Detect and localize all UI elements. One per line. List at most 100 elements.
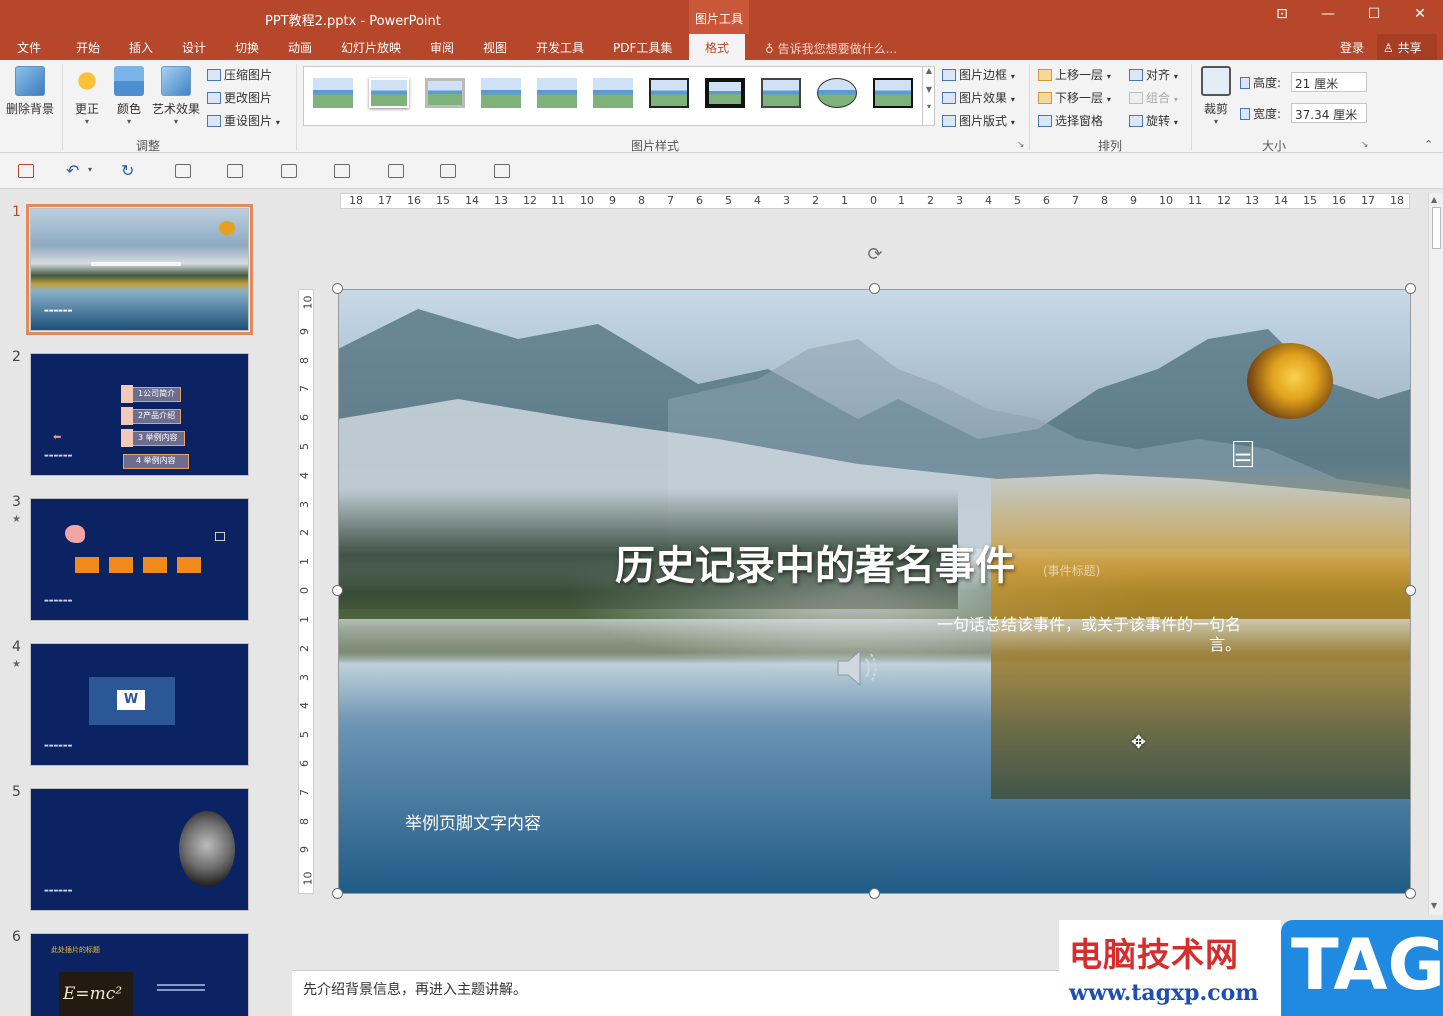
- tab-developer[interactable]: 开发工具: [536, 39, 584, 56]
- share-button[interactable]: ♙ 共享: [1377, 34, 1437, 60]
- color-button[interactable]: 颜色 ▾: [112, 66, 146, 126]
- qat-presenter-icon[interactable]: [334, 164, 350, 178]
- picture-styles-gallery: [303, 66, 935, 126]
- width-field[interactable]: 37.34 厘米: [1291, 103, 1367, 123]
- collapse-ribbon-icon[interactable]: ⌃: [1424, 138, 1433, 151]
- picture-border-button[interactable]: 图片边框 ▾: [942, 66, 1015, 83]
- qat-textbox-icon[interactable]: [227, 164, 243, 178]
- editor-scroll-thumb[interactable]: [1432, 207, 1441, 249]
- picture-effects-button[interactable]: 图片效果 ▾: [942, 89, 1015, 106]
- tab-pdf-tools[interactable]: PDF工具集: [613, 39, 672, 56]
- group-button[interactable]: 组合 ▾: [1129, 89, 1178, 106]
- qat-print-icon[interactable]: [440, 164, 456, 178]
- picture-style-11[interactable]: [870, 75, 916, 111]
- qat-slide-icon[interactable]: [175, 164, 191, 178]
- slide-thumbnail-4[interactable]: W ▬▬▬▬▬▬: [30, 643, 249, 766]
- notes-text[interactable]: 先介绍背景信息，再进入主题讲解。: [303, 979, 527, 999]
- tell-me-search[interactable]: ♁ 告诉我您想要做什么...: [765, 40, 897, 57]
- editor-scroll-up-icon[interactable]: ▲: [1431, 195, 1437, 204]
- tab-file[interactable]: 文件: [17, 39, 41, 56]
- remove-background-button[interactable]: 删除背景: [5, 66, 55, 117]
- qat-preview-icon[interactable]: [388, 164, 404, 178]
- reset-picture-button[interactable]: 重设图片 ▾: [207, 112, 280, 129]
- login-link[interactable]: 登录: [1340, 39, 1364, 56]
- tab-slideshow[interactable]: 幻灯片放映: [341, 39, 401, 56]
- tab-home[interactable]: 开始: [76, 39, 100, 56]
- resize-handle-ne[interactable]: [1405, 283, 1416, 294]
- slide-canvas[interactable]: ⌸ 历史记录中的著名事件 (事件标题) 一句话总结该事件，或关于该事件的一句名言…: [338, 289, 1411, 894]
- slide-quote[interactable]: 一句话总结该事件，或关于该事件的一句名言。: [923, 615, 1241, 655]
- ruler-v-tick: 9: [298, 846, 311, 853]
- picture-style-9[interactable]: [758, 75, 804, 111]
- slide-thumbnail-6[interactable]: 此处插片的标题 E=mc²: [30, 933, 249, 1016]
- resize-handle-s[interactable]: [869, 888, 880, 899]
- tab-design[interactable]: 设计: [182, 39, 206, 56]
- ruler-h-tick: 1: [841, 194, 848, 207]
- picture-style-1[interactable]: [310, 75, 356, 111]
- bring-forward-button[interactable]: 上移一层 ▾: [1038, 66, 1111, 83]
- save-icon[interactable]: [18, 164, 34, 178]
- slide-thumbnail-2[interactable]: 1公司简介 2产品介绍 3 举例内容 4 举例内容 ⬅ ▬▬▬▬▬▬: [30, 353, 249, 476]
- slide-thumbnail-1[interactable]: ▬▬▬▬▬▬: [26, 204, 253, 335]
- slide-title[interactable]: 历史记录中的著名事件: [615, 533, 1015, 591]
- picture-style-7[interactable]: [646, 75, 692, 111]
- resize-handle-nw[interactable]: [332, 283, 343, 294]
- styles-dialog-launcher-icon[interactable]: ↘: [1017, 140, 1025, 150]
- picture-style-6[interactable]: [590, 75, 636, 111]
- picture-style-2[interactable]: [366, 75, 412, 111]
- speaker-icon[interactable]: [834, 643, 884, 693]
- gallery-up-icon[interactable]: ▲: [923, 66, 935, 75]
- ruler-v-tick: 7: [298, 385, 311, 392]
- tab-view[interactable]: 视图: [483, 39, 507, 56]
- animation-star-icon-4: ★: [12, 659, 21, 670]
- gallery-more-icon[interactable]: ▾: [923, 102, 935, 111]
- corrections-button[interactable]: 更正 ▾: [70, 66, 104, 126]
- editor-scrollbar[interactable]: ▲ ▼: [1428, 193, 1443, 915]
- selection-pane-button[interactable]: 选择窗格: [1038, 112, 1103, 129]
- editor-scroll-down-icon[interactable]: ▼: [1431, 901, 1437, 910]
- rotate-button[interactable]: 旋转 ▾: [1129, 112, 1178, 129]
- qat-document-icon[interactable]: [494, 164, 510, 178]
- qat-present-icon[interactable]: [281, 164, 297, 178]
- crop-button[interactable]: 裁剪 ▾: [1198, 66, 1234, 126]
- share-label: 共享: [1397, 41, 1422, 55]
- gallery-scroll[interactable]: ▲ ▼ ▾: [922, 66, 935, 126]
- tab-review[interactable]: 审阅: [430, 39, 454, 56]
- resize-handle-sw[interactable]: [332, 888, 343, 899]
- slide-footer[interactable]: 举例页脚文字内容: [405, 809, 541, 834]
- picture-style-5[interactable]: [534, 75, 580, 111]
- align-button[interactable]: 对齐 ▾: [1129, 66, 1178, 83]
- resize-handle-w[interactable]: [332, 585, 343, 596]
- picture-layout-button[interactable]: 图片版式 ▾: [942, 112, 1015, 129]
- resize-handle-e[interactable]: [1405, 585, 1416, 596]
- send-backward-button[interactable]: 下移一层 ▾: [1038, 89, 1111, 106]
- undo-dropdown-icon[interactable]: ▾: [88, 165, 92, 174]
- picture-style-10[interactable]: [814, 75, 860, 111]
- selection-pane-label: 选择窗格: [1055, 114, 1104, 128]
- resize-handle-se[interactable]: [1405, 888, 1416, 899]
- slide-thumbnail-5[interactable]: ▬▬▬▬▬▬: [30, 788, 249, 911]
- size-dialog-launcher-icon[interactable]: ↘: [1361, 140, 1369, 150]
- tab-format[interactable]: 格式: [689, 34, 746, 60]
- picture-style-4[interactable]: [478, 75, 524, 111]
- close-button[interactable]: ✕: [1408, 6, 1432, 22]
- height-field[interactable]: 21 厘米: [1291, 72, 1367, 92]
- slide-thumbnail-3[interactable]: ▬▬▬▬▬▬: [30, 498, 249, 621]
- tab-animations[interactable]: 动画: [288, 39, 312, 56]
- change-picture-button[interactable]: 更改图片: [207, 89, 272, 106]
- undo-icon[interactable]: ↶: [66, 161, 79, 180]
- compress-pictures-button[interactable]: 压缩图片: [207, 66, 272, 83]
- ribbon-display-options-icon[interactable]: ⊡: [1270, 6, 1294, 22]
- redo-icon[interactable]: ↻: [121, 161, 134, 180]
- picture-style-3[interactable]: [422, 75, 468, 111]
- tab-transitions[interactable]: 切换: [235, 39, 259, 56]
- tab-insert[interactable]: 插入: [129, 39, 153, 56]
- maximize-button[interactable]: ☐: [1362, 6, 1386, 22]
- rotate-handle-icon[interactable]: ⟳: [864, 244, 886, 266]
- resize-handle-n[interactable]: [869, 283, 880, 294]
- minimize-button[interactable]: —: [1316, 6, 1340, 22]
- picture-border-label: 图片边框: [959, 68, 1008, 82]
- gallery-down-icon[interactable]: ▼: [923, 85, 935, 94]
- picture-style-8[interactable]: [702, 75, 748, 111]
- artistic-effects-button[interactable]: 艺术效果 ▾: [150, 66, 202, 126]
